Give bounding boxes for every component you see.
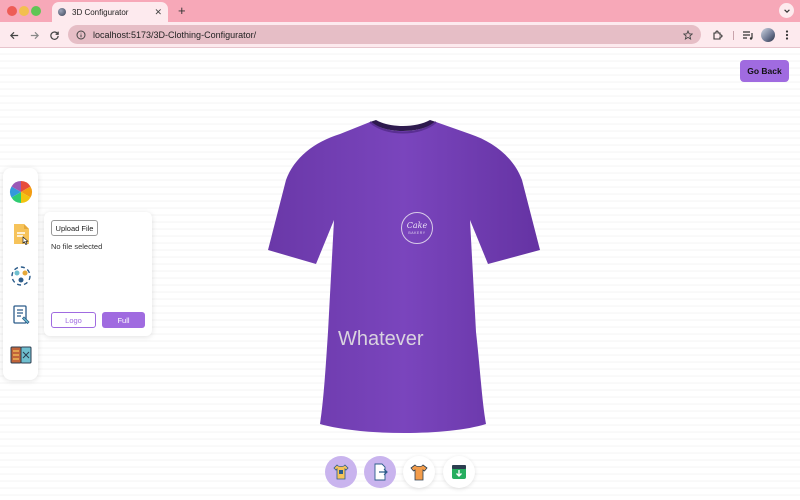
address-bar[interactable]: localhost:5173/3D-Clothing-Configurator/ [68,25,701,44]
shirt-view-button[interactable] [403,456,435,488]
color-wheel-icon [10,181,32,203]
address-url[interactable]: localhost:5173/3D-Clothing-Configurator/ [93,30,683,40]
apply-logo-button[interactable]: Logo [51,312,96,328]
ai-picker-icon [11,266,31,286]
more-vertical-icon [785,30,789,40]
editor-tabs-sidebar [3,168,38,380]
puzzle-icon [713,30,723,40]
arrow-right-icon [30,31,39,39]
chevron-down-icon [783,8,790,13]
browser-toolbar: localhost:5173/3D-Clothing-Configurator/ [0,22,800,48]
browser-menu-button[interactable] [780,28,794,42]
apply-full-button[interactable]: Full [102,312,145,328]
forward-button[interactable] [26,27,42,43]
texture-picker-icon [10,346,32,364]
file-picker-icon [14,224,29,245]
arrow-left-icon [9,31,18,39]
sidebar-item-text-editor[interactable] [8,302,34,328]
file-picker-panel: Upload File No file selected Logo Full [44,212,152,336]
go-back-button[interactable]: Go Back [740,60,789,82]
window-minimize-button[interactable] [19,6,29,16]
shirt-logo-decal: Cake BAKERY [401,212,433,244]
sidebar-item-file-picker[interactable] [8,221,34,247]
tab-title: 3D Configurator [72,7,129,17]
browser-tab[interactable]: 3D Configurator ✕ [52,2,168,22]
reload-icon [49,30,59,40]
window-close-button[interactable] [7,6,17,16]
tshirt-3d-model[interactable] [258,112,548,442]
upload-file-button[interactable]: Upload File [51,220,98,236]
new-tab-button[interactable]: + [178,3,186,19]
shirt-text-decal: Whatever [338,328,424,350]
toggle-logo-button[interactable] [325,456,357,488]
shirt-logo-subtext: BAKERY [408,230,426,235]
tab-search-button[interactable] [779,3,794,18]
browser-tab-bar: 3D Configurator ✕ + [0,0,800,22]
file-status-text: No file selected [51,242,103,251]
extensions-button[interactable] [711,28,725,42]
back-button[interactable] [6,27,22,43]
media-controls-button[interactable] [741,28,755,42]
text-editor-icon [13,305,30,325]
shirt-texture-toggle-icon [374,463,388,481]
tshirt-icon [410,464,428,481]
download-button[interactable] [443,456,475,488]
playlist-icon [743,31,753,40]
sidebar-item-color-picker[interactable] [8,179,34,205]
toolbar-divider [733,31,734,40]
favicon-icon [58,8,66,16]
toggle-texture-button[interactable] [364,456,396,488]
tab-close-icon[interactable]: ✕ [154,7,162,17]
reload-button[interactable] [46,27,62,43]
site-info-icon[interactable] [76,30,86,40]
window-maximize-button[interactable] [31,6,41,16]
sidebar-item-ai-picker[interactable] [8,263,34,289]
sidebar-item-texture-picker[interactable] [8,342,34,368]
bookmark-star-icon[interactable] [683,29,693,40]
tshirt-body [268,122,540,433]
shirt-logo-text: Cake [406,220,428,230]
download-icon [452,465,466,479]
shirt-logo-toggle-icon [333,464,349,480]
profile-avatar[interactable] [761,28,775,42]
